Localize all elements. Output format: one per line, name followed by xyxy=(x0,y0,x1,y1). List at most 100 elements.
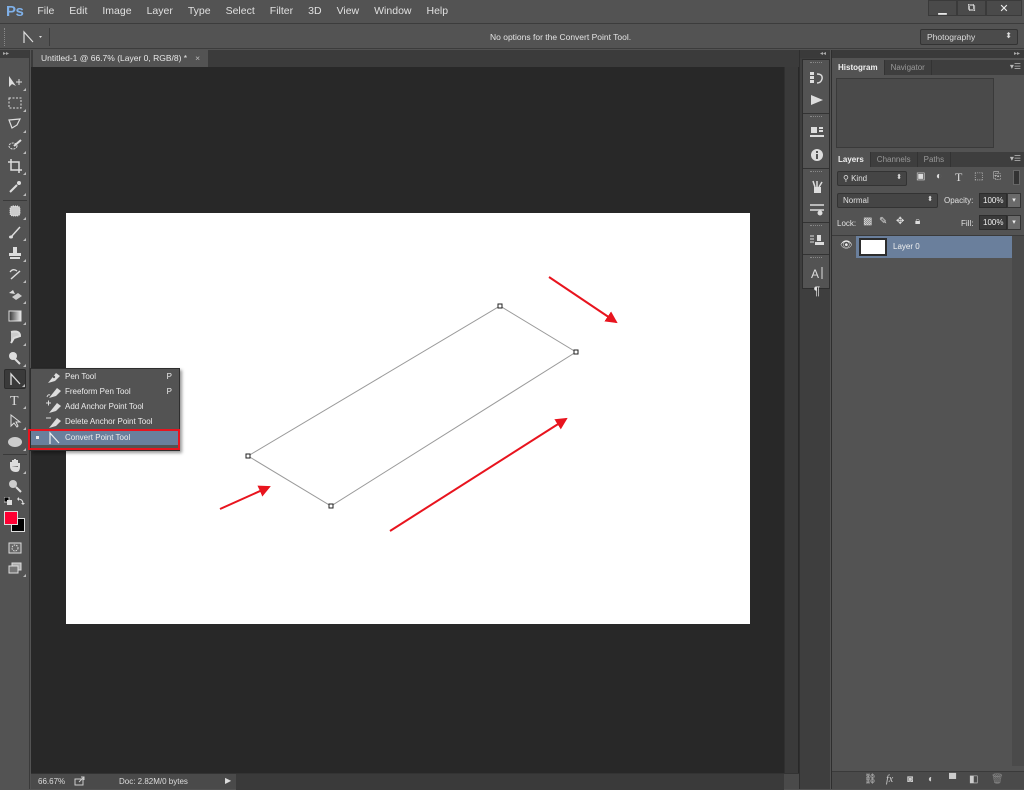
quick-mask-button[interactable] xyxy=(4,538,26,558)
lock-image-icon[interactable]: ✎ xyxy=(879,216,887,227)
tools-collapse[interactable]: ▸▸ xyxy=(0,50,29,58)
panel-collapse[interactable]: ▸▸ xyxy=(832,50,1024,58)
grip[interactable] xyxy=(810,171,822,173)
fill-dropdown[interactable]: ▾ xyxy=(1007,215,1021,230)
filter-kind-select[interactable]: ⚲ Kind ⬍ xyxy=(837,171,907,186)
menu-3d[interactable]: 3D xyxy=(308,5,321,17)
menu-view[interactable]: View xyxy=(337,5,360,17)
menu-type[interactable]: Type xyxy=(188,5,211,17)
eyedropper-tool[interactable] xyxy=(4,177,26,197)
dock-collapse[interactable]: ◂◂ xyxy=(800,50,830,58)
work-path[interactable] xyxy=(247,305,577,507)
screen-mode-button[interactable] xyxy=(4,558,26,578)
lasso-tool[interactable] xyxy=(4,114,26,134)
clone-stamp-tool[interactable] xyxy=(4,243,26,263)
menu-filter[interactable]: Filter xyxy=(270,5,293,17)
anchor-point[interactable] xyxy=(245,453,251,459)
crop-tool[interactable] xyxy=(4,156,26,176)
fill-input[interactable]: 100% xyxy=(979,215,1007,230)
quick-selection-tool[interactable] xyxy=(4,135,26,155)
share-button[interactable] xyxy=(74,776,86,788)
flyout-freeform-pen-tool[interactable]: Freeform Pen Tool P xyxy=(31,384,179,399)
grip[interactable] xyxy=(810,257,822,259)
layer-mask-icon[interactable]: ◙ xyxy=(907,774,913,785)
flyout-pen-tool[interactable]: Pen Tool P xyxy=(31,369,179,384)
tab-layers[interactable]: Layers xyxy=(832,152,871,167)
menu-image[interactable]: Image xyxy=(102,5,131,17)
actions-panel-button[interactable] xyxy=(806,90,828,110)
flyout-delete-anchor-point-tool[interactable]: Delete Anchor Point Tool xyxy=(31,414,179,429)
workspace-select[interactable]: Photography ⬍ xyxy=(920,29,1018,45)
grip[interactable] xyxy=(810,62,822,64)
paragraph-panel-button[interactable]: ¶ xyxy=(806,284,828,298)
menu-layer[interactable]: Layer xyxy=(147,5,173,17)
smart-object-filter-icon[interactable]: ⎘ xyxy=(993,171,1001,182)
opacity-input[interactable]: 100% xyxy=(979,193,1007,208)
pixel-layer-filter-icon[interactable]: ▣ xyxy=(916,171,925,182)
history-brush-tool[interactable] xyxy=(4,264,26,284)
options-bar-grip[interactable] xyxy=(4,28,7,46)
grip[interactable] xyxy=(810,225,822,227)
lock-transparent-icon[interactable]: ▩ xyxy=(863,216,872,227)
fx-icon[interactable]: fx xyxy=(886,774,893,785)
spot-healing-tool[interactable] xyxy=(4,201,26,221)
status-menu-arrow[interactable]: ▶ xyxy=(225,776,231,785)
tab-paths[interactable]: Paths xyxy=(918,152,952,167)
shape-layer-filter-icon[interactable]: ⬚ xyxy=(974,171,983,182)
document-tab[interactable]: Untitled-1 @ 66.7% (Layer 0, RGB/8) * × xyxy=(33,50,209,67)
tool-preset-picker[interactable] xyxy=(20,28,46,46)
restore-button[interactable]: ⧉ xyxy=(957,0,986,16)
history-panel-button[interactable] xyxy=(806,68,828,88)
adjustments-button[interactable] xyxy=(806,199,828,219)
foreground-color-swatch[interactable] xyxy=(4,511,18,525)
tab-close-icon[interactable]: × xyxy=(195,53,200,64)
close-button[interactable]: ✕ xyxy=(986,0,1022,16)
brush-tool[interactable] xyxy=(4,222,26,242)
zoom-level[interactable]: 66.67% xyxy=(38,777,65,786)
lock-all-icon[interactable]: 🔒︎ xyxy=(915,216,920,227)
blend-mode-select[interactable]: Normal ⬍ xyxy=(837,193,938,208)
eye-icon[interactable]: 👁︎ xyxy=(840,240,853,251)
gradient-tool[interactable] xyxy=(4,306,26,326)
menu-select[interactable]: Select xyxy=(226,5,255,17)
hand-tool[interactable] xyxy=(4,455,26,475)
trash-icon[interactable]: 🗑︎ xyxy=(991,774,1004,785)
filter-toggle[interactable] xyxy=(1013,170,1020,185)
menu-edit[interactable]: Edit xyxy=(69,5,87,17)
character-panel-button[interactable]: A xyxy=(806,263,828,283)
default-colors-button[interactable] xyxy=(3,496,12,505)
ellipse-tool[interactable] xyxy=(4,432,26,452)
layers-scrollbar[interactable] xyxy=(1012,236,1024,766)
anchor-point[interactable] xyxy=(497,303,503,309)
eraser-tool[interactable] xyxy=(4,285,26,305)
zoom-tool[interactable] xyxy=(4,476,26,496)
3d-panel-button[interactable] xyxy=(806,122,828,142)
menu-help[interactable]: Help xyxy=(427,5,449,17)
vertical-scrollbar[interactable] xyxy=(784,67,798,773)
new-layer-icon[interactable]: ◧ xyxy=(969,774,978,785)
path-selection-tool[interactable] xyxy=(4,411,26,431)
opacity-dropdown[interactable]: ▾ xyxy=(1007,193,1021,208)
horizontal-scrollbar[interactable] xyxy=(236,774,784,790)
panel-menu-icon[interactable]: ▾☰ xyxy=(1010,154,1021,163)
anchor-point[interactable] xyxy=(573,349,579,355)
type-tool[interactable]: T xyxy=(4,390,26,410)
anchor-point[interactable] xyxy=(328,503,334,509)
info-panel-button[interactable] xyxy=(806,145,828,165)
minimize-button[interactable]: ▁ xyxy=(928,0,957,16)
grip[interactable] xyxy=(810,116,822,118)
tab-channels[interactable]: Channels xyxy=(871,152,918,167)
panel-menu-icon[interactable]: ▾☰ xyxy=(1010,62,1021,71)
tab-navigator[interactable]: Navigator xyxy=(885,60,932,75)
clone-source-button[interactable] xyxy=(806,231,828,251)
menu-window[interactable]: Window xyxy=(374,5,411,17)
layer-name[interactable]: Layer 0 xyxy=(893,242,920,251)
dodge-tool[interactable] xyxy=(4,348,26,368)
swap-colors-button[interactable] xyxy=(17,496,26,505)
menu-file[interactable]: File xyxy=(37,5,54,17)
flyout-add-anchor-point-tool[interactable]: Add Anchor Point Tool xyxy=(31,399,179,414)
blur-tool[interactable] xyxy=(4,327,26,347)
move-tool[interactable] xyxy=(4,72,26,92)
pen-tool-group[interactable] xyxy=(4,369,26,389)
adjustment-layer-filter-icon[interactable]: ◐ xyxy=(936,171,942,182)
